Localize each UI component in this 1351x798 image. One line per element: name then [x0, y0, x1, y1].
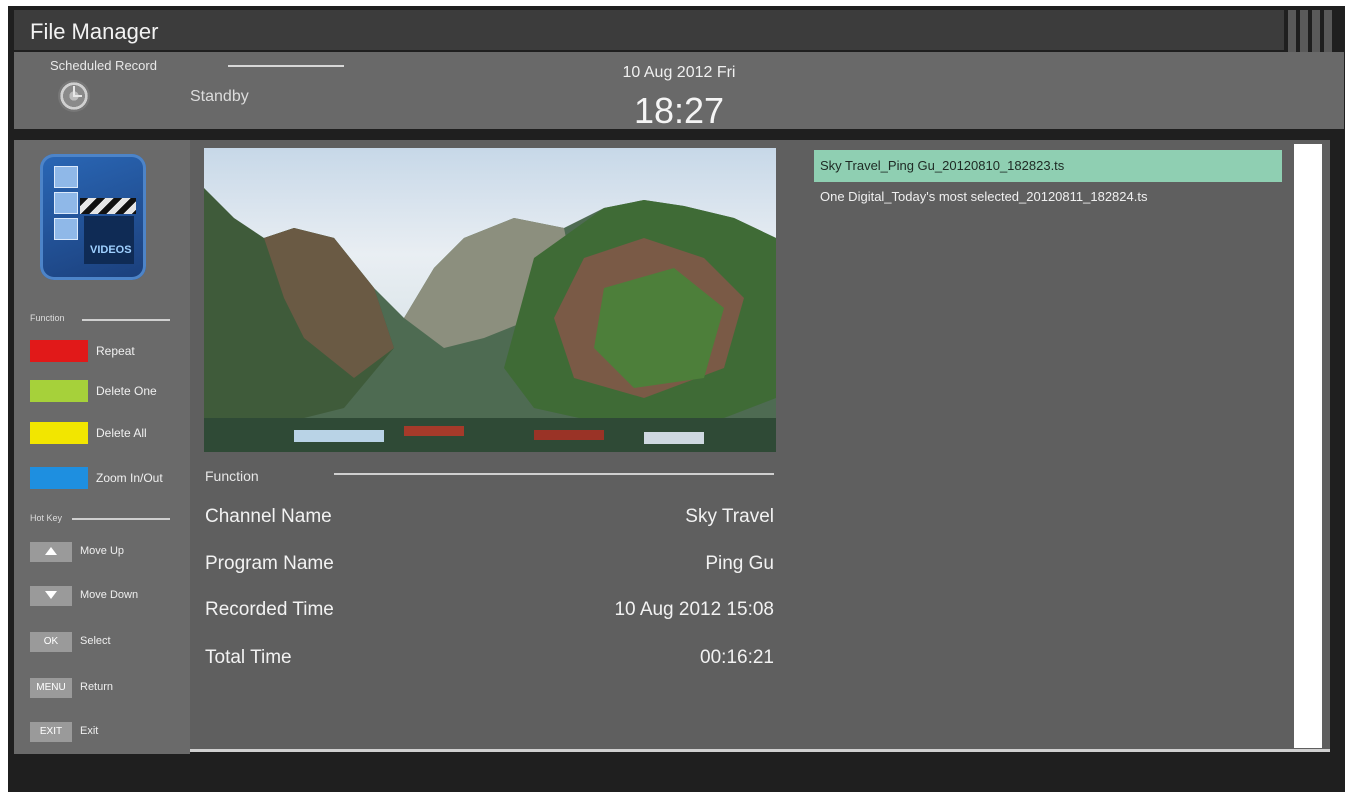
function-key-label: Zoom In/Out	[96, 471, 163, 485]
current-date: 10 Aug 2012 Fri	[622, 64, 736, 81]
down-arrow-icon	[45, 591, 57, 600]
file-list-scrollbar[interactable]	[1294, 144, 1322, 748]
function-key-zoom-in-out-button[interactable]	[30, 467, 88, 489]
main-panel-border	[190, 749, 1330, 752]
function-key-label: Delete All	[96, 426, 147, 440]
hotkey-move-down-button[interactable]	[30, 586, 72, 606]
header-panel: Scheduled Record Standby 10 Aug 2012 Fri…	[14, 52, 1344, 131]
file-list-item[interactable]: One Digital_Today's most selected_201208…	[814, 182, 1282, 212]
hotkey-label: Move Up	[80, 545, 125, 557]
program-name-label: Program Name	[205, 553, 334, 574]
hotkey-label: Select	[80, 635, 111, 647]
recorded-time-label: Recorded Time	[205, 599, 334, 620]
program-name-value: Ping Gu	[705, 553, 774, 574]
divider	[82, 319, 170, 321]
recorded-time-value: 10 Aug 2012 15:08	[614, 599, 774, 620]
hotkey-exit-button[interactable]: EXIT	[30, 722, 72, 742]
hotkey-return-button[interactable]: MENU	[30, 678, 72, 698]
function-key-label: Delete One	[96, 384, 157, 398]
app-title: File Manager	[30, 19, 159, 44]
function-key-repeat-button[interactable]	[30, 340, 88, 362]
mountain-landscape-image	[204, 188, 776, 452]
hotkey-label: Exit	[80, 725, 99, 737]
channel-name-value: Sky Travel	[685, 506, 774, 527]
function-key-delete-one-button[interactable]	[30, 380, 88, 402]
video-preview[interactable]	[204, 148, 776, 452]
function-section-label: Function	[30, 313, 65, 323]
total-time-label: Total Time	[205, 647, 292, 668]
file-list-item[interactable]: Sky Travel_Ping Gu_20120810_182823.ts	[814, 150, 1282, 182]
total-time-value: 00:16:21	[700, 647, 774, 668]
hotkey-move-up-button[interactable]	[30, 542, 72, 562]
hotkey-select-button[interactable]: OK	[30, 632, 72, 652]
title-bar: File Manager	[14, 10, 1284, 50]
recording-file-list: Sky Travel_Ping Gu_20120810_182823.ts On…	[814, 150, 1282, 740]
hotkey-section-label: Hot Key	[30, 513, 63, 523]
current-time: 18:27	[633, 90, 725, 131]
divider	[72, 518, 170, 520]
details-section-label: Function	[205, 468, 259, 484]
divider	[334, 473, 774, 475]
channel-name-label: Channel Name	[205, 506, 332, 527]
sidebar: VIDEOS Function Repeat Delete One Delete A…	[14, 140, 190, 754]
function-key-delete-all-button[interactable]	[30, 422, 88, 444]
hotkey-label: Move Down	[80, 589, 139, 601]
logo-label: VIDEOS	[90, 244, 132, 256]
up-arrow-icon	[45, 547, 57, 556]
title-stripes-decoration	[1286, 10, 1338, 52]
hotkey-label: Return	[80, 681, 114, 693]
videos-logo-icon: VIDEOS	[40, 154, 146, 280]
function-key-label: Repeat	[96, 344, 135, 358]
